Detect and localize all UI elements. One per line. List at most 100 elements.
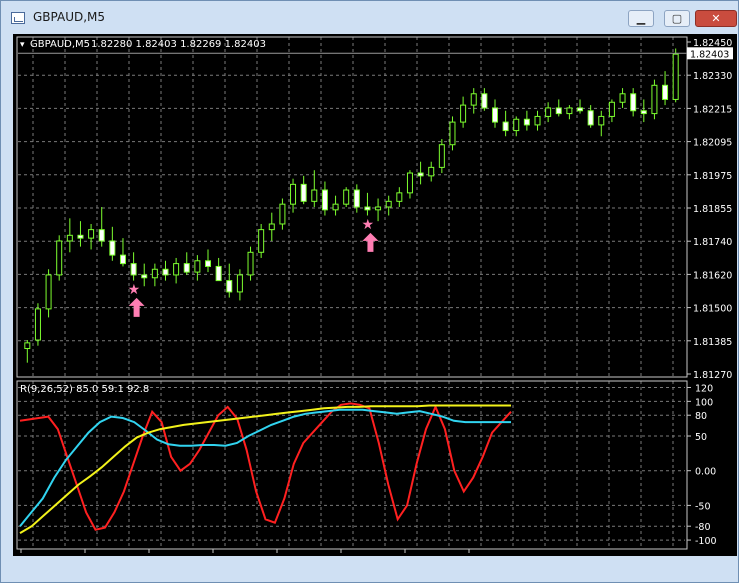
candle — [162, 260, 169, 281]
candle-body-bear — [141, 274, 148, 279]
candle — [662, 71, 669, 106]
candle — [545, 102, 552, 123]
candle — [119, 238, 126, 267]
close-icon: ✕ — [711, 12, 721, 25]
chart-window: GBPAUD,M5 ▁ ▢ ✕ ★ ★ 1.82450 1.82330 1.82215… — [0, 0, 739, 583]
indicator-layer — [19, 402, 512, 534]
price-axis-label: 1.81385 — [693, 337, 732, 348]
candle-body-bull — [460, 104, 467, 123]
candle-body-bull — [45, 274, 52, 310]
candle-body-bull — [566, 107, 573, 115]
candle — [406, 170, 413, 199]
chart-canvas[interactable]: ★★ 1.824501.823301.822151.820951.819751.… — [13, 34, 737, 569]
price-pane-border — [16, 36, 688, 378]
candle — [226, 263, 233, 298]
candle — [523, 110, 530, 131]
candle — [332, 195, 339, 216]
price-axis-label: 1.82330 — [693, 71, 732, 82]
candle-body-bull — [290, 183, 297, 205]
candle-body-bear — [587, 110, 594, 126]
candle-body-bear — [523, 118, 530, 126]
candle-body-bull — [470, 93, 477, 106]
candle — [88, 223, 95, 250]
candle-body-bear — [162, 268, 169, 276]
candle-body-bear — [77, 234, 84, 239]
candle — [77, 221, 84, 247]
maximize-button[interactable]: ▢ — [664, 10, 690, 27]
candle — [417, 161, 424, 185]
candle-body-bull — [534, 115, 541, 126]
candle-body-bear — [205, 260, 212, 267]
signal-up-arrow-icon — [362, 232, 379, 252]
candle — [205, 249, 212, 273]
candle-body-bull — [619, 93, 626, 103]
minimize-button[interactable]: ▁ — [628, 10, 654, 27]
candle — [98, 207, 105, 247]
signal-star-icon: ★ — [361, 217, 374, 233]
candle-body-bull — [375, 206, 382, 211]
candle — [481, 88, 488, 111]
candle — [151, 263, 158, 287]
candle-body-bear — [321, 189, 328, 211]
candle — [555, 99, 562, 117]
price-axis-label: 1.82215 — [693, 104, 732, 115]
indicator-axis: 120 100 80 50 0.00 -50 -80 -100 — [687, 383, 717, 547]
candle-body-bull — [66, 234, 73, 242]
indicator-axis-label: 100 — [695, 397, 713, 408]
candle — [449, 116, 456, 151]
minimize-icon: ▁ — [636, 12, 646, 25]
collapse-header-icon[interactable]: ▾ — [20, 40, 25, 50]
price-axis-label: 1.81975 — [693, 171, 732, 182]
time-axis: 20 Mar 202320 Mar 04:0520 Mar 04:4520 Ma… — [17, 549, 528, 569]
signal-star-icon: ★ — [128, 282, 141, 298]
candle — [651, 79, 658, 120]
candle — [130, 252, 137, 281]
candle-body-bear — [417, 172, 424, 177]
candle-body-bear — [109, 240, 116, 256]
candle — [311, 170, 318, 207]
candle — [502, 110, 509, 137]
candle — [66, 218, 73, 253]
candle-body-bull — [268, 223, 275, 231]
candle-body-bull — [449, 121, 456, 146]
candle-body-bear — [119, 254, 126, 265]
candle-body-bear — [98, 229, 105, 242]
candle — [194, 255, 201, 281]
indicator-axis-label: 50 — [695, 432, 707, 443]
candle-body-bear — [662, 84, 669, 100]
candle — [56, 235, 63, 281]
candle-body-bull — [396, 192, 403, 202]
candle-body-bull — [151, 268, 158, 279]
grid-layer — [18, 37, 685, 548]
candle-body-bull — [608, 101, 615, 117]
candle — [173, 257, 180, 284]
candle-body-bear — [183, 263, 190, 273]
candle-body-bull — [651, 84, 658, 115]
current-price-label: 1.82403 — [690, 49, 729, 60]
buy-signal: ★ — [128, 282, 145, 317]
candle-body-bull — [56, 240, 63, 276]
candle — [109, 226, 116, 261]
price-axis-label: 1.81270 — [693, 370, 732, 381]
price-axis-label: 1.81500 — [693, 304, 732, 315]
chart-symbol-label: GBPAUD,M5 — [30, 39, 90, 50]
close-button[interactable]: ✕ — [695, 10, 737, 27]
indicator-axis-label: 0.00 — [695, 467, 716, 478]
candle — [428, 161, 435, 182]
candle-body-bear — [640, 110, 647, 115]
indicator-axis-label: -80 — [695, 522, 711, 533]
candle — [279, 198, 286, 230]
candle-body-bear — [555, 107, 562, 115]
candle-body-bull — [173, 263, 180, 276]
candle — [258, 223, 265, 258]
title-bar[interactable]: GBPAUD,M5 ▁ ▢ ✕ — [1, 1, 738, 33]
candle-body-bear — [130, 263, 137, 276]
price-axis-label: 1.81620 — [693, 270, 732, 281]
candle — [566, 105, 573, 120]
candle-body-bull — [279, 203, 286, 225]
candle — [577, 99, 584, 114]
price-axis-label: 1.81740 — [693, 237, 732, 248]
candle — [364, 192, 371, 216]
candle — [321, 181, 328, 216]
chart-area[interactable]: ★ ★ 1.82450 1.82330 1.82215 1.82095 1.81975 1.… — [13, 34, 737, 569]
